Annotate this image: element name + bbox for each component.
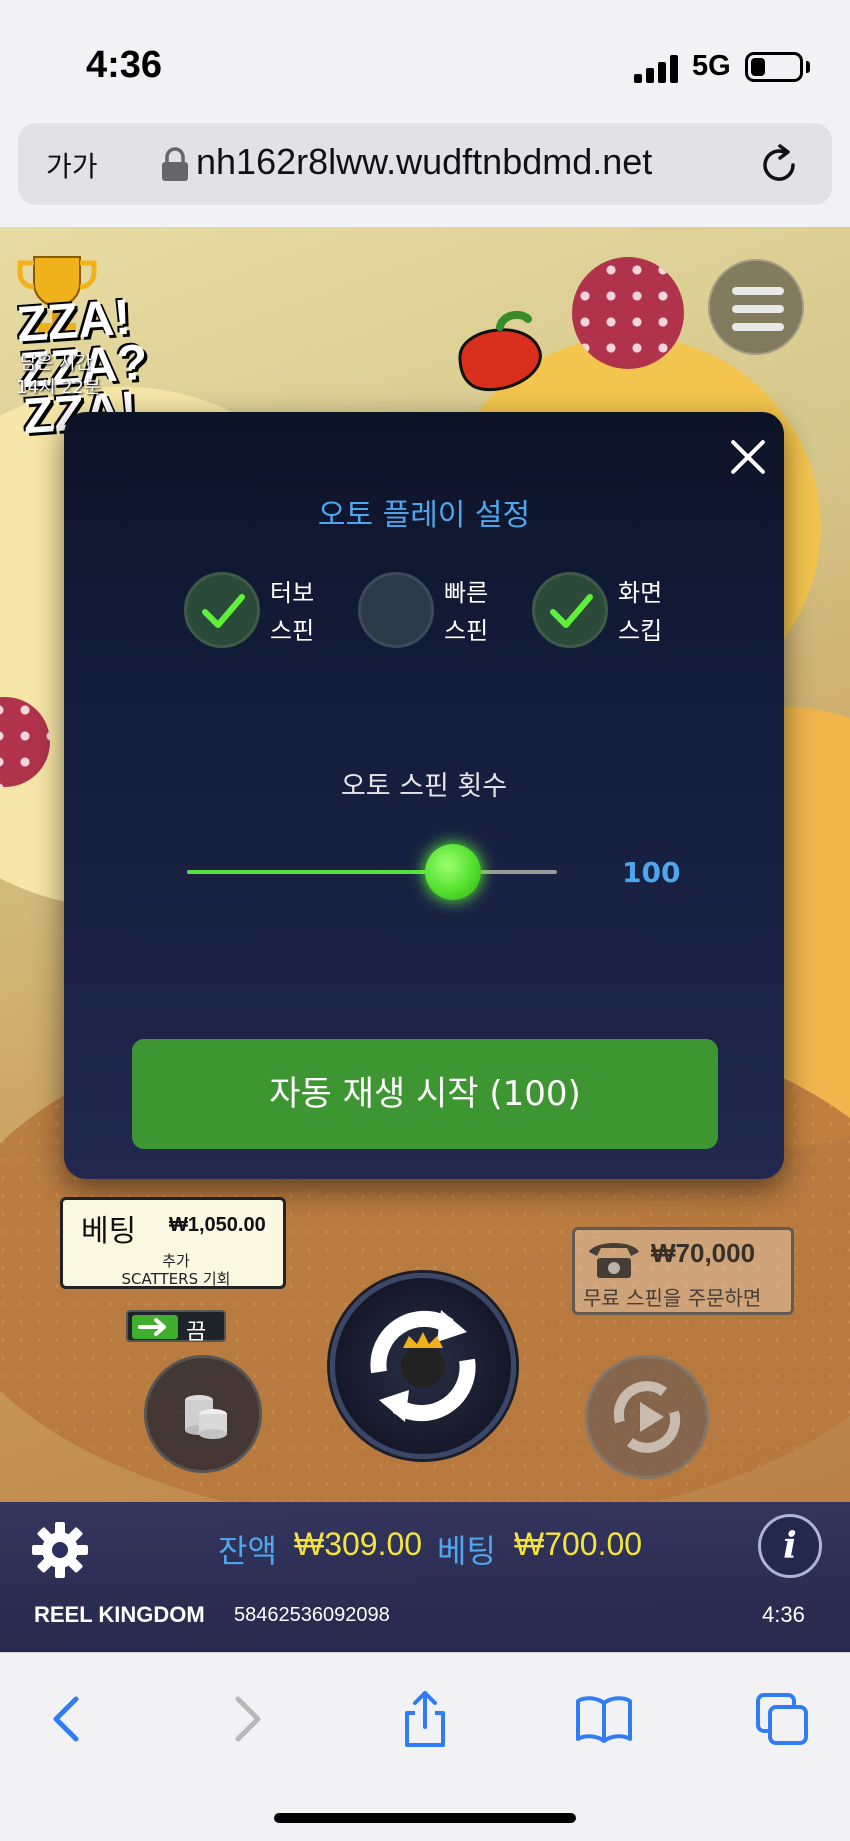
url-text[interactable]: nh162r8lww.wudftnbdmd.net bbox=[196, 141, 652, 183]
checkbox-fast-spin[interactable] bbox=[358, 572, 434, 648]
bet-sign: 베팅 ₩1,050.00 추가 SCATTERS 기회 bbox=[60, 1197, 286, 1289]
autoplay-settings-modal: 오토 플레이 설정 터보 스핀 빠른 스핀 화면 스킵 오토 스핀 횟수 100… bbox=[64, 412, 784, 1179]
checkmark-icon bbox=[202, 594, 245, 628]
bet-coins-button[interactable] bbox=[144, 1355, 262, 1473]
game-canvas: ZZA! ZZA? ZZA! 남은 시간 14시 22분 오토 플레이 설정 터… bbox=[0, 227, 850, 1652]
close-icon[interactable] bbox=[726, 436, 770, 480]
buy-feature-price: ₩70,000 bbox=[651, 1238, 756, 1268]
bet-label: 베팅 bbox=[437, 1532, 496, 1570]
option-label: 빠른 스핀 bbox=[444, 579, 489, 645]
spin-count-value: 100 bbox=[622, 856, 681, 889]
hamburger-icon bbox=[732, 287, 784, 295]
salami-decoration bbox=[572, 257, 684, 369]
slider-fill bbox=[187, 870, 454, 874]
buy-feature-sign[interactable]: ₩70,000 무료 스핀을 주문하면 bbox=[572, 1227, 794, 1315]
bet-sign-label: 베팅 bbox=[81, 1214, 137, 1249]
spin-arrows-icon bbox=[370, 1310, 476, 1422]
game-clock: 4:36 bbox=[762, 1602, 805, 1627]
info-icon[interactable]: i bbox=[758, 1514, 822, 1578]
home-indicator bbox=[274, 1813, 576, 1823]
telephone-icon bbox=[589, 1243, 639, 1278]
option-label: 터보 스핀 bbox=[270, 579, 315, 645]
forward-icon[interactable] bbox=[218, 1689, 278, 1749]
ante-bet-toggle[interactable]: 끔 bbox=[126, 1310, 226, 1345]
modal-title: 오토 플레이 설정 bbox=[317, 498, 531, 533]
slider-thumb[interactable] bbox=[425, 844, 482, 900]
game-hud: 잔액 ₩309.00 베팅 ₩700.00 i REEL KINGDOM 584… bbox=[0, 1502, 850, 1652]
remaining-time-value: 14시 22분 bbox=[16, 377, 101, 398]
status-time: 4:36 bbox=[86, 44, 163, 86]
address-bar[interactable]: 가가 nh162r8lww.wudftnbdmd.net bbox=[18, 123, 832, 205]
balance-label: 잔액 bbox=[218, 1532, 277, 1570]
status-bar: 4:36 5G bbox=[0, 0, 850, 120]
menu-button[interactable] bbox=[708, 259, 804, 355]
coin-stack-icon bbox=[185, 1395, 227, 1439]
reload-icon[interactable] bbox=[760, 143, 800, 185]
tabs-icon[interactable] bbox=[752, 1689, 812, 1749]
bet-sign-value: ₩1,050.00 bbox=[169, 1214, 266, 1236]
battery-icon bbox=[745, 52, 803, 82]
brand-name: REEL KINGDOM bbox=[34, 1602, 205, 1627]
autoplay-icon bbox=[613, 1381, 681, 1453]
checkbox-skip-screens[interactable] bbox=[532, 572, 608, 648]
start-autoplay-button[interactable]: 자동 재생 시작 (100) bbox=[132, 1039, 718, 1149]
back-icon[interactable] bbox=[36, 1689, 96, 1749]
gear-icon[interactable] bbox=[30, 1520, 90, 1580]
bookmarks-icon[interactable] bbox=[574, 1689, 634, 1749]
share-icon[interactable] bbox=[395, 1689, 455, 1749]
buy-feature-label: 무료 스핀을 주문하면 bbox=[583, 1286, 762, 1310]
toggle-state: 끔 bbox=[186, 1320, 207, 1345]
cellular-signal-icon bbox=[634, 55, 680, 83]
battery-tip bbox=[806, 61, 810, 73]
network-type: 5G bbox=[692, 50, 731, 82]
salami-decoration bbox=[0, 697, 50, 787]
arrow-right-icon bbox=[132, 1315, 178, 1339]
pepper-decoration bbox=[458, 310, 542, 392]
text-size-button[interactable]: 가가 bbox=[46, 145, 98, 185]
autoplay-button[interactable] bbox=[585, 1355, 709, 1479]
browser-toolbar bbox=[0, 1652, 850, 1841]
spin-count-title: 오토 스핀 횟수 bbox=[340, 771, 508, 802]
checkbox-turbo-spin[interactable] bbox=[184, 572, 260, 648]
spin-count-slider[interactable] bbox=[187, 844, 557, 900]
lock-icon bbox=[162, 147, 188, 181]
spin-button[interactable] bbox=[330, 1273, 516, 1459]
scatters-label: SCATTERS 기회 bbox=[121, 1270, 231, 1288]
balance-value: ₩309.00 bbox=[294, 1526, 423, 1562]
remaining-time-label: 남은 시간 bbox=[20, 353, 92, 374]
option-label: 화면 스킵 bbox=[618, 579, 663, 645]
bet-value: ₩700.00 bbox=[514, 1526, 643, 1562]
checkmark-icon bbox=[550, 594, 593, 628]
round-id: 58462536092098 bbox=[234, 1604, 390, 1626]
